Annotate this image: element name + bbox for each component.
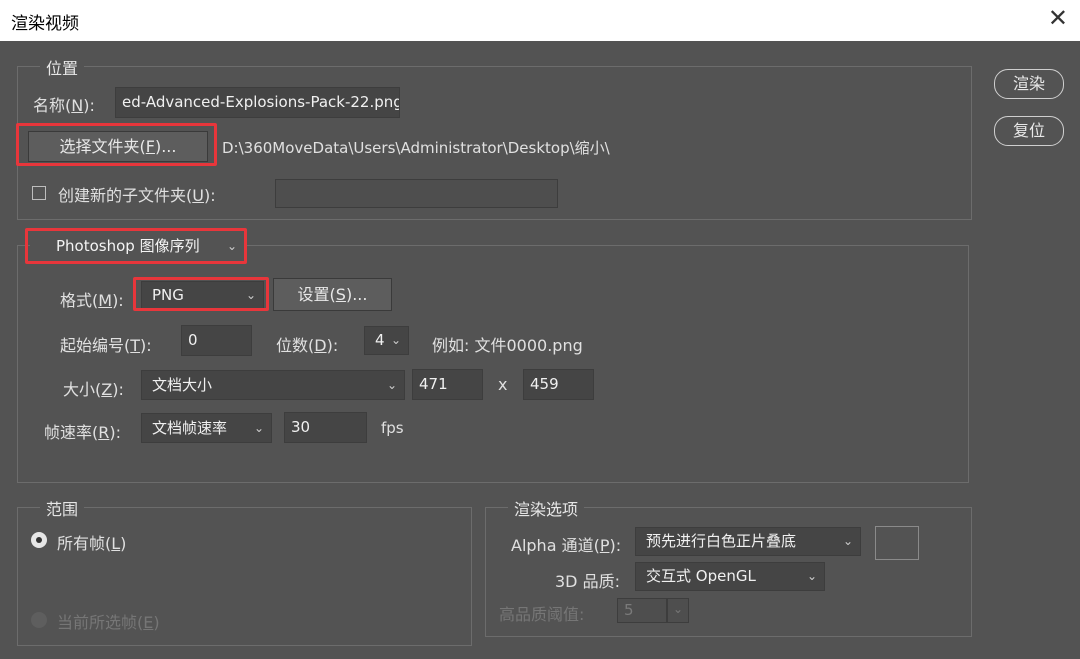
digits-select[interactable]: 4 ⌄ bbox=[364, 326, 409, 355]
format-select[interactable]: PNG ⌄ bbox=[141, 281, 264, 310]
chevron-down-icon: ⌄ bbox=[226, 239, 237, 253]
frame-rate-label: 帧速率(R): bbox=[44, 423, 122, 442]
render-options-legend: 渲染选项 bbox=[508, 496, 585, 520]
range-legend: 范围 bbox=[40, 496, 85, 520]
name-label: 名称(N): bbox=[33, 96, 95, 115]
close-icon[interactable]: ✕ bbox=[1048, 4, 1068, 32]
reset-button[interactable]: 复位 bbox=[994, 116, 1064, 146]
chevron-down-icon: ⌄ bbox=[386, 378, 397, 392]
size-select[interactable]: 文档大小 ⌄ bbox=[141, 370, 405, 400]
quality-threshold-label: 高品质阈值: bbox=[499, 605, 585, 624]
subfolder-label: 创建新的子文件夹(U): bbox=[58, 186, 216, 205]
height-input[interactable]: 459 bbox=[523, 369, 594, 400]
size-label: 大小(Z): bbox=[63, 380, 124, 399]
current-frames-radio[interactable] bbox=[31, 612, 47, 628]
3d-quality-label: 3D 品质: bbox=[555, 572, 620, 591]
folder-path: D:\360MoveData\Users\Administrator\Deskt… bbox=[222, 139, 610, 157]
frame-rate-mode-select[interactable]: 文档帧速率 ⌄ bbox=[141, 413, 272, 443]
filename-example: 例如: 文件0000.png bbox=[432, 336, 583, 355]
format-settings-button[interactable]: 设置(S)... bbox=[273, 278, 392, 311]
chevron-down-icon: ⌄ bbox=[390, 333, 401, 347]
window-title: 渲染视频 bbox=[11, 14, 79, 34]
chevron-down-icon: ⌄ bbox=[253, 421, 264, 435]
all-frames-label: 所有帧(L) bbox=[57, 534, 127, 553]
choose-folder-button[interactable]: 选择文件夹(F)... bbox=[28, 131, 208, 162]
format-label: 格式(M): bbox=[60, 291, 124, 310]
subfolder-checkbox[interactable] bbox=[32, 186, 46, 200]
quality-threshold-input[interactable]: 5 bbox=[617, 598, 667, 623]
all-frames-radio[interactable] bbox=[31, 532, 47, 548]
location-legend: 位置 bbox=[40, 55, 85, 79]
3d-quality-select[interactable]: 交互式 OpenGL ⌄ bbox=[635, 562, 825, 591]
chevron-down-icon[interactable]: ⌄ bbox=[667, 598, 689, 623]
fps-unit: fps bbox=[381, 419, 404, 437]
start-number-input[interactable]: 0 bbox=[181, 325, 252, 356]
width-input[interactable]: 471 bbox=[412, 369, 483, 400]
subfolder-input[interactable] bbox=[275, 179, 558, 208]
render-button[interactable]: 渲染 bbox=[994, 69, 1064, 99]
digits-label: 位数(D): bbox=[276, 336, 339, 355]
title-bar: 渲染视频 ✕ bbox=[0, 0, 1080, 41]
color-swatch[interactable] bbox=[875, 526, 919, 560]
chevron-down-icon: ⌄ bbox=[245, 288, 256, 302]
chevron-down-icon: ⌄ bbox=[806, 569, 817, 583]
start-number-label: 起始编号(T): bbox=[60, 336, 152, 355]
chevron-down-icon: ⌄ bbox=[842, 534, 853, 548]
current-frames-label: 当前所选帧(E) bbox=[57, 613, 160, 632]
alpha-channel-select[interactable]: 预先进行白色正片叠底 ⌄ bbox=[635, 527, 861, 556]
name-input[interactable]: ed-Advanced-Explosions-Pack-22.png bbox=[115, 87, 400, 118]
frame-rate-input[interactable]: 30 bbox=[284, 412, 367, 443]
sequence-type-select[interactable]: Photoshop 图像序列 ⌄ bbox=[30, 233, 244, 261]
alpha-channel-label: Alpha 通道(P): bbox=[511, 536, 622, 555]
dimension-separator: x bbox=[498, 375, 508, 394]
